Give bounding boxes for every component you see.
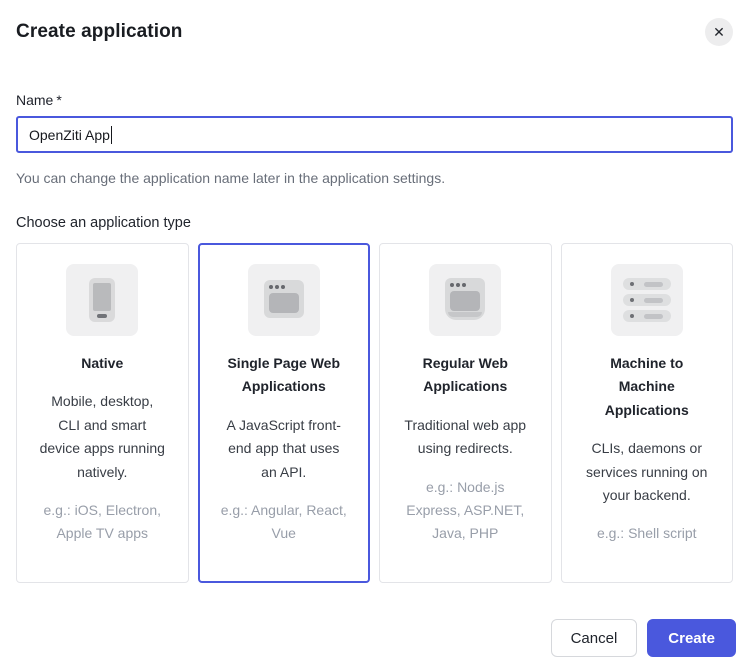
mobile-phone-icon — [66, 264, 138, 336]
application-name-value: OpenZiti App — [29, 127, 110, 143]
card-title: Machine to Machine Applications — [589, 352, 705, 422]
cancel-button[interactable]: Cancel — [551, 619, 638, 657]
name-field-label: Name* — [16, 92, 733, 108]
browser-window-icon — [248, 264, 320, 336]
create-button[interactable]: Create — [647, 619, 736, 657]
card-title: Single Page Web Applications — [226, 352, 342, 399]
card-title: Native — [44, 352, 160, 375]
dialog-footer: Cancel Create — [551, 619, 736, 657]
card-example: e.g.: Node.js Express, ASP.NET, Java, PH… — [397, 476, 533, 546]
card-description: CLIs, daemons or services running on you… — [584, 437, 710, 507]
application-type-label: Choose an application type — [16, 215, 733, 231]
name-section: Name* OpenZiti App You can change the ap… — [0, 92, 749, 186]
card-description: Traditional web app using redirects. — [402, 414, 528, 461]
card-title: Regular Web Applications — [407, 352, 523, 399]
card-example: e.g.: iOS, Electron, Apple TV apps — [34, 499, 170, 546]
server-stack-icon — [611, 264, 683, 336]
required-marker: * — [56, 92, 61, 108]
card-description: A JavaScript front-end app that uses an … — [221, 414, 347, 484]
card-description: Mobile, desktop, CLI and smart device ap… — [39, 390, 165, 484]
application-type-cards: Native Mobile, desktop, CLI and smart de… — [16, 243, 733, 583]
card-regular-web[interactable]: Regular Web Applications Traditional web… — [379, 243, 552, 583]
dialog-header: Create application ✕ — [0, 0, 749, 46]
card-example: e.g.: Angular, React, Vue — [216, 499, 352, 546]
web-window-with-base-icon — [429, 264, 501, 336]
card-example: e.g.: Shell script — [579, 522, 715, 545]
card-native[interactable]: Native Mobile, desktop, CLI and smart de… — [16, 243, 189, 583]
name-helper-text: You can change the application name late… — [16, 170, 733, 186]
close-icon: ✕ — [713, 25, 725, 39]
dialog-title: Create application — [16, 21, 183, 43]
card-single-page-web[interactable]: Single Page Web Applications A JavaScrip… — [198, 243, 371, 583]
close-button[interactable]: ✕ — [705, 18, 733, 46]
card-machine-to-machine[interactable]: Machine to Machine Applications CLIs, da… — [561, 243, 734, 583]
text-caret — [111, 126, 112, 144]
application-type-section: Choose an application type Native Mobile… — [0, 215, 749, 583]
application-name-input[interactable]: OpenZiti App — [16, 116, 733, 153]
